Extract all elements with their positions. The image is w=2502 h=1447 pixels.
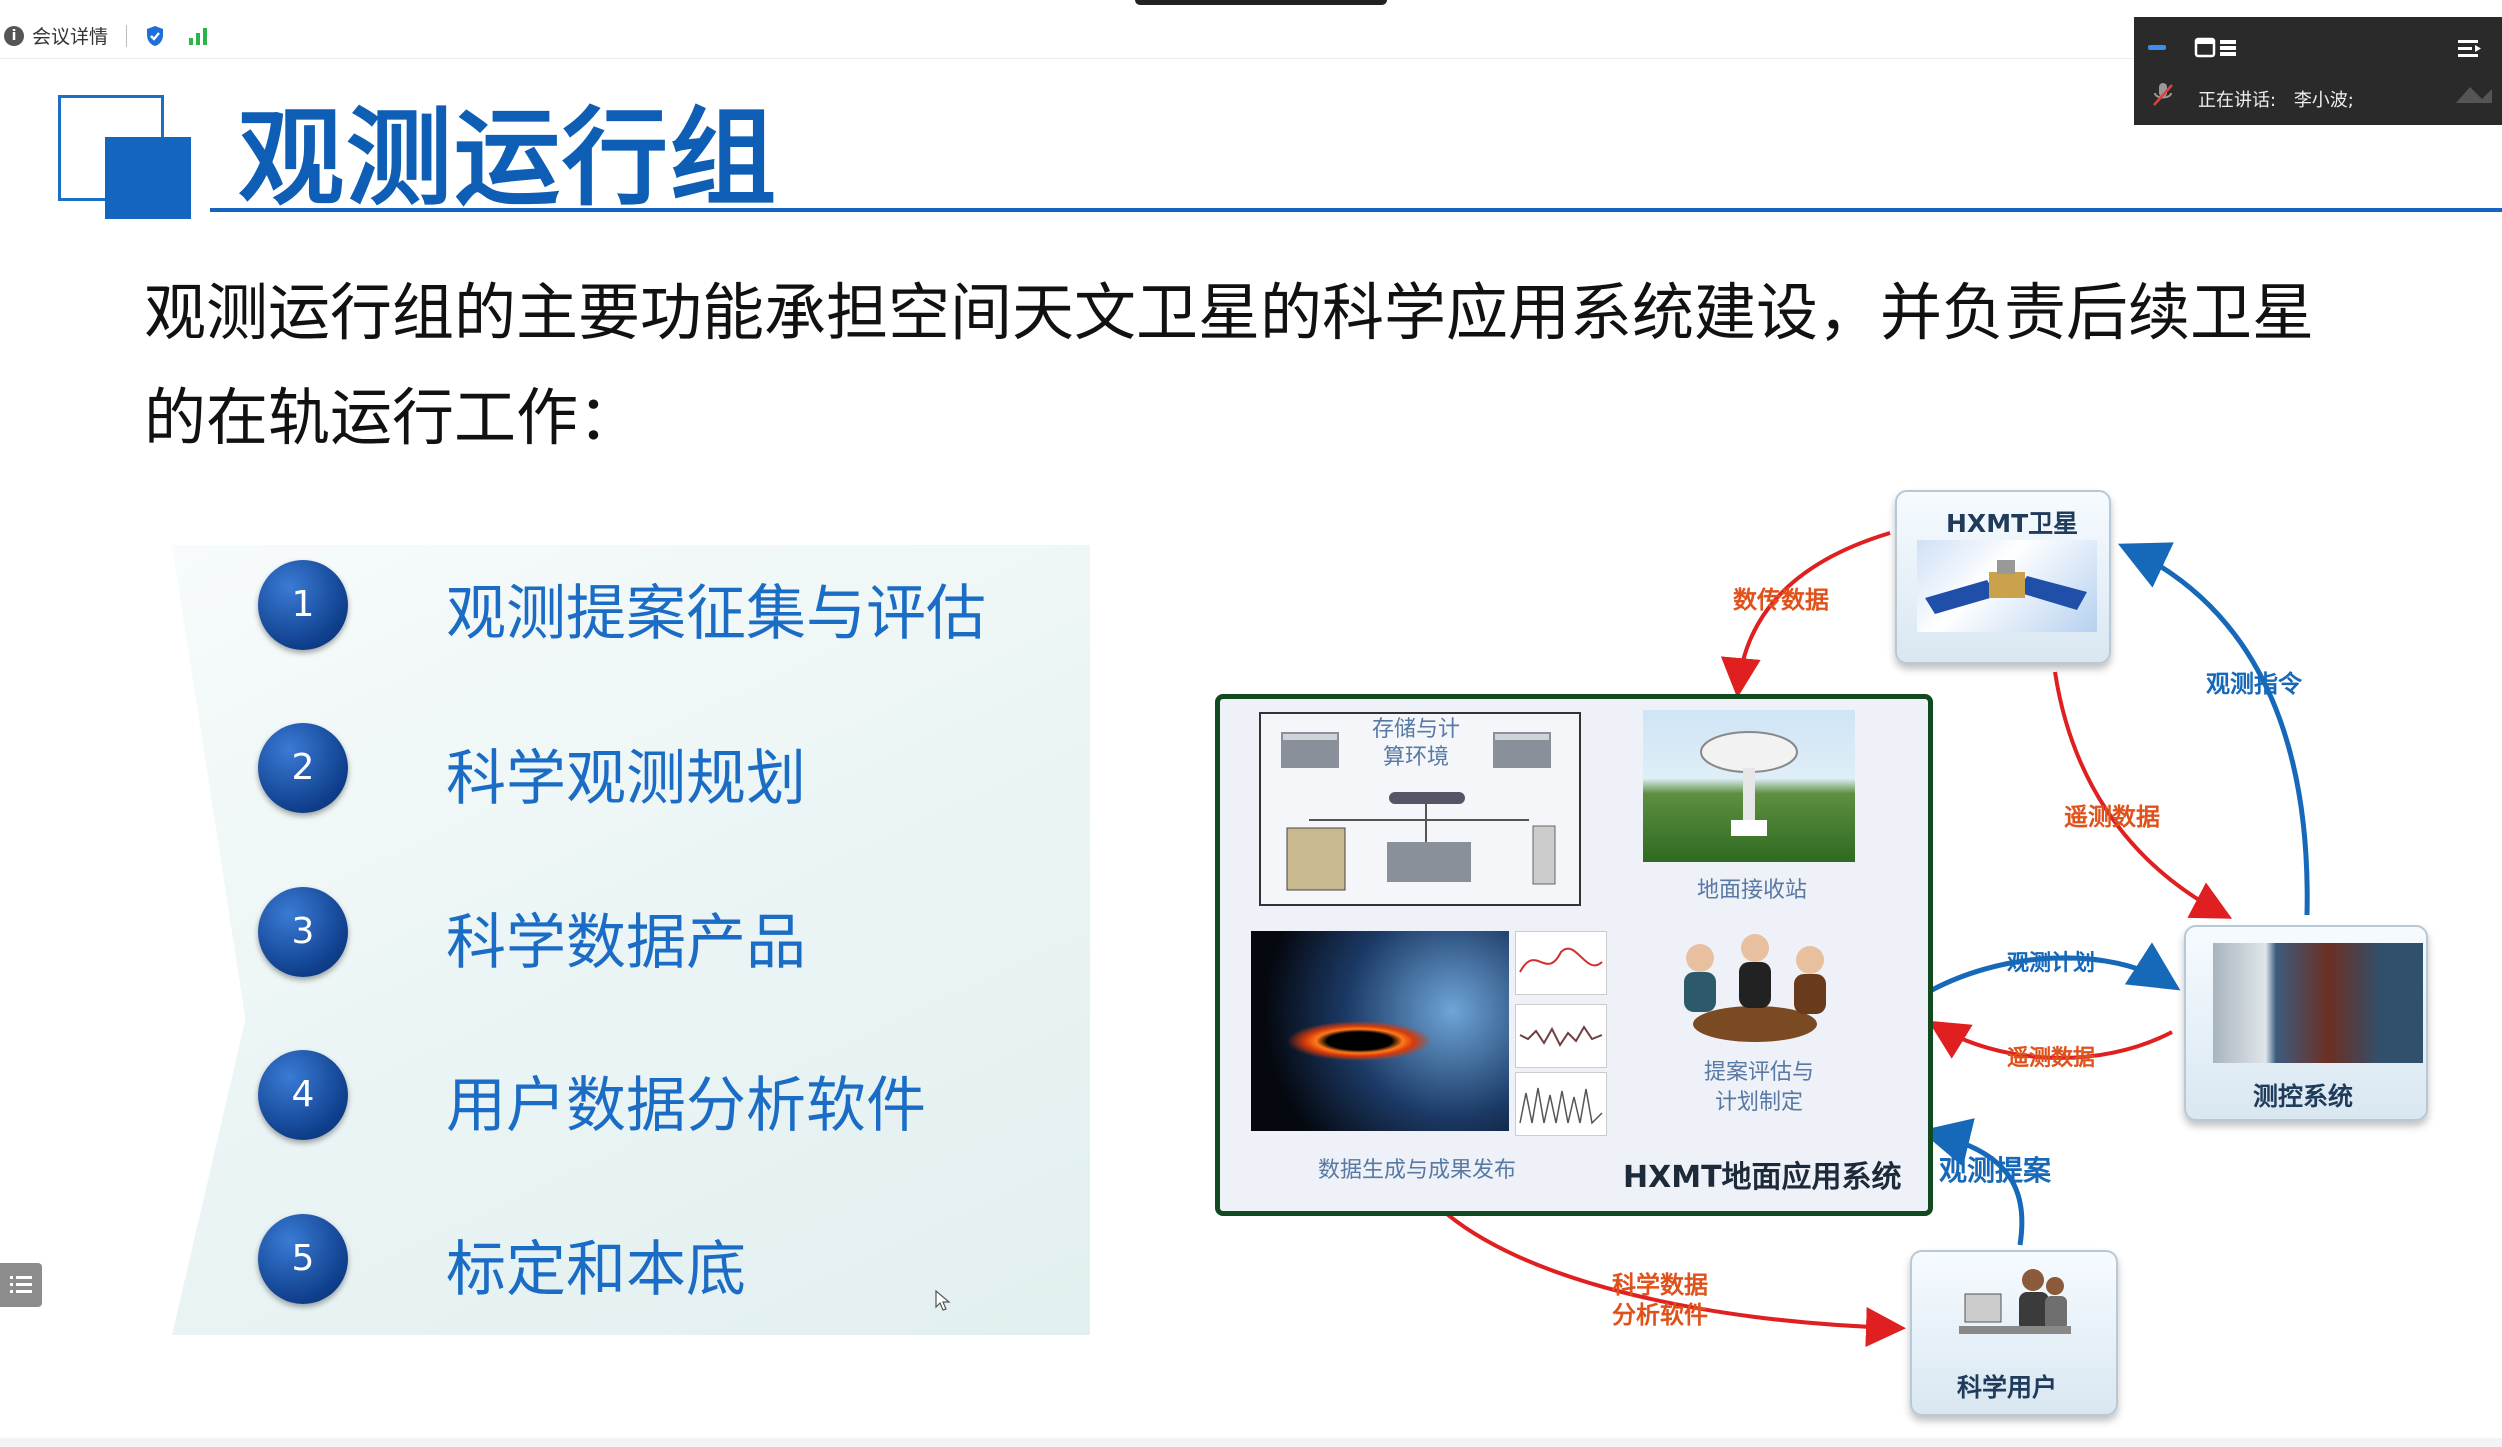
flow-obs-plan-label: 观测计划 [2007, 951, 2096, 976]
ground-station-image [1643, 710, 1855, 862]
data-plot-2 [1515, 1004, 1607, 1068]
ground-system-label: HXMT地面应用系统 [1623, 1160, 1902, 1195]
flow-proposal-label: 观测提案 [1939, 1154, 2052, 1187]
satellite-label: HXMT卫星 [1946, 509, 2079, 538]
plot-icon [1519, 1025, 1603, 1047]
flow-telemetry-sat-label: 遥测数据 [2064, 803, 2160, 831]
users-icon [1959, 1269, 2071, 1334]
science-users-label: 科学用户 [1957, 1373, 2058, 1402]
black-hole-image [1251, 931, 1509, 1131]
plot-icon [1519, 1087, 1603, 1125]
list-icon [10, 1276, 32, 1293]
plot-icon [1519, 947, 1603, 973]
ground-station-label: 地面接收站 [1697, 878, 1808, 903]
satellite-icon [1925, 560, 2087, 614]
proposal-eval-label: 提案评估与计划制定 [1704, 1060, 1815, 1115]
side-panel-toggle[interactable] [0, 1263, 42, 1307]
control-system-image [2213, 943, 2423, 1063]
bottom-toolbar [0, 1438, 2502, 1447]
control-system-label: 测控系统 [2253, 1082, 2354, 1111]
satellite-dish-icon [1700, 731, 1798, 836]
flow-software-label: 科学数据分析软件 [1612, 1271, 1708, 1329]
flow-downlink-label: 数传数据 [1733, 586, 1829, 614]
people-meeting-icon [1684, 934, 1826, 1042]
products-label: 数据生成与成果发布 [1318, 1158, 1517, 1183]
proposal-meeting-image [1660, 930, 1850, 1050]
data-plot-3 [1515, 1072, 1607, 1136]
science-users-image [1955, 1264, 2075, 1346]
flow-telemetry-ctrl-label: 遥测数据 [2007, 1046, 2096, 1071]
satellite-image [1917, 540, 2097, 632]
data-plot-1 [1515, 931, 1607, 995]
arrow-command [2117, 542, 2310, 916]
arrow-telemetry-sat [2053, 671, 2233, 919]
flow-command-label: 观测指令 [2206, 670, 2302, 698]
mouse-cursor-icon [935, 1290, 951, 1311]
storage-label: 存储与计算环境 [1371, 717, 1460, 770]
